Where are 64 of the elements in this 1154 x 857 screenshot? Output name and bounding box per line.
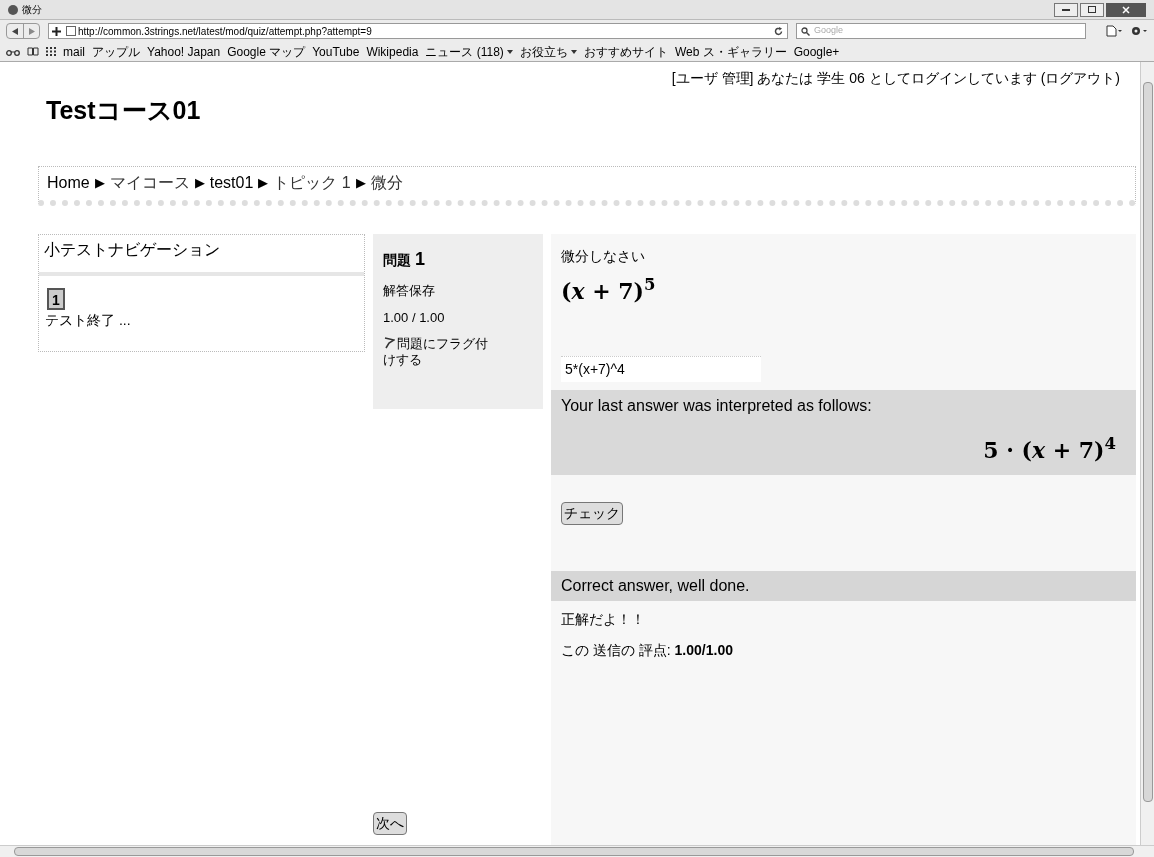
book-icon[interactable] xyxy=(27,47,39,56)
feedback-banner: Correct answer, well done. xyxy=(551,570,1136,601)
bookmark-item[interactable]: Wikipedia xyxy=(366,42,419,61)
separator-arrow: ▶ xyxy=(258,174,269,193)
page-icon[interactable] xyxy=(1106,25,1122,37)
feedback-comment: 正解だよ！！ xyxy=(560,609,646,629)
bookmark-item[interactable]: mail xyxy=(63,42,85,61)
close-icon xyxy=(1122,5,1130,14)
separator-arrow: ▶ xyxy=(355,174,366,193)
horizontal-scrollbar[interactable] xyxy=(0,845,1154,857)
breadcrumb-link[interactable]: test01 xyxy=(209,171,254,195)
panel-title: 小テストナビゲーション xyxy=(39,234,364,276)
separator-arrow: ▶ xyxy=(194,174,205,193)
login-info: あなたは 学生 06 としてログインしています xyxy=(757,69,1037,88)
question-status: 解答保存 xyxy=(383,281,436,300)
next-button[interactable]: 次へ xyxy=(373,812,407,835)
breadcrumb-link[interactable]: トピック 1 xyxy=(273,171,351,195)
breadcrumb-link[interactable]: マイコース xyxy=(109,171,190,195)
submission-grade: この 送信の 評点: 1.00/1.00 xyxy=(560,640,734,660)
answer-field[interactable]: 5*(x+7)^4 xyxy=(561,355,761,382)
bookmark-item[interactable]: アップル xyxy=(92,42,140,61)
course-title: Testコース01 xyxy=(46,95,201,126)
globe-icon xyxy=(8,4,18,15)
site-icon xyxy=(66,26,76,36)
bookmark-item[interactable]: Web ス・ギャラリー xyxy=(674,42,787,61)
breadcrumb-link[interactable]: Home xyxy=(47,171,90,195)
window-title: 微分 xyxy=(22,3,42,17)
close-button[interactable] xyxy=(1106,2,1146,17)
math-expression: (x + 7)$^{5}$ xyxy=(560,274,657,306)
bookmark-item[interactable]: Yahoo! Japan xyxy=(147,42,221,61)
right-arrow-icon xyxy=(28,27,35,35)
user-admin-link[interactable]: [ユーザ 管理] xyxy=(671,68,754,89)
question-nav-button[interactable]: 1 xyxy=(47,287,65,310)
bookmark-item[interactable]: YouTube xyxy=(312,42,360,61)
question-prompt: 微分しなさい xyxy=(560,246,646,266)
plus-icon[interactable] xyxy=(52,26,61,36)
vertical-scrollbar[interactable] xyxy=(1140,62,1154,845)
flag-icon xyxy=(383,336,395,349)
grid-icon[interactable] xyxy=(46,47,56,56)
logout-link[interactable]: (ログアウト) xyxy=(1040,68,1120,89)
question-number: 問題 1 xyxy=(383,247,426,271)
left-arrow-icon xyxy=(12,27,18,35)
finish-attempt-link[interactable]: テスト終了 ... xyxy=(39,309,364,351)
caret-icon xyxy=(506,49,513,54)
search-icon xyxy=(801,26,810,36)
reload-icon[interactable] xyxy=(774,26,783,36)
minimize-button[interactable] xyxy=(1054,2,1078,17)
bookmark-item[interactable]: Google マップ xyxy=(227,42,306,61)
separator-arrow: ▶ xyxy=(94,174,105,193)
check-button[interactable]: チェック xyxy=(561,501,623,525)
maximize-button[interactable] xyxy=(1080,2,1104,17)
bookmark-item[interactable]: Google+ xyxy=(793,42,840,61)
bookmark-item[interactable]: おすすめサイト xyxy=(583,42,668,61)
bookmark-item[interactable]: お役立ち xyxy=(519,42,577,61)
address-field[interactable]: http://common.3strings.net/latest/mod/quiz/attempt.php?attempt=9 xyxy=(48,23,788,39)
flag-link[interactable]: 問題にフラグ付けする xyxy=(383,335,488,368)
question-grade: 1.00 / 1.00 xyxy=(383,309,446,327)
breadcrumb-link[interactable]: 微分 xyxy=(370,171,403,195)
interpretation-label: Your last answer was interpreted as follows: xyxy=(561,395,873,416)
bookmark-item[interactable]: ニュース (118) xyxy=(425,42,513,61)
settings-icon[interactable] xyxy=(1130,25,1148,37)
caret-icon xyxy=(570,49,577,54)
glasses-icon[interactable] xyxy=(6,47,20,56)
interpreted-expression: 5 · (x + 7)$^{4}$ xyxy=(983,433,1116,465)
